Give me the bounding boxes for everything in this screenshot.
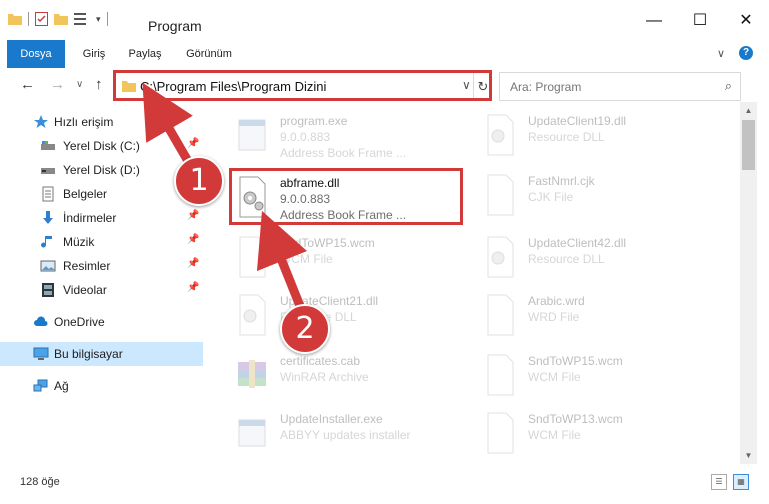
arrow-to-abframe <box>256 210 308 311</box>
explorer-window: ▾ Program — ☐ ✕ Dosya Giriş Paylaş Görün… <box>0 0 769 504</box>
step-2-badge: 2 <box>280 304 330 354</box>
annotation-arrows <box>142 82 308 311</box>
step-1-badge: 1 <box>174 156 224 206</box>
